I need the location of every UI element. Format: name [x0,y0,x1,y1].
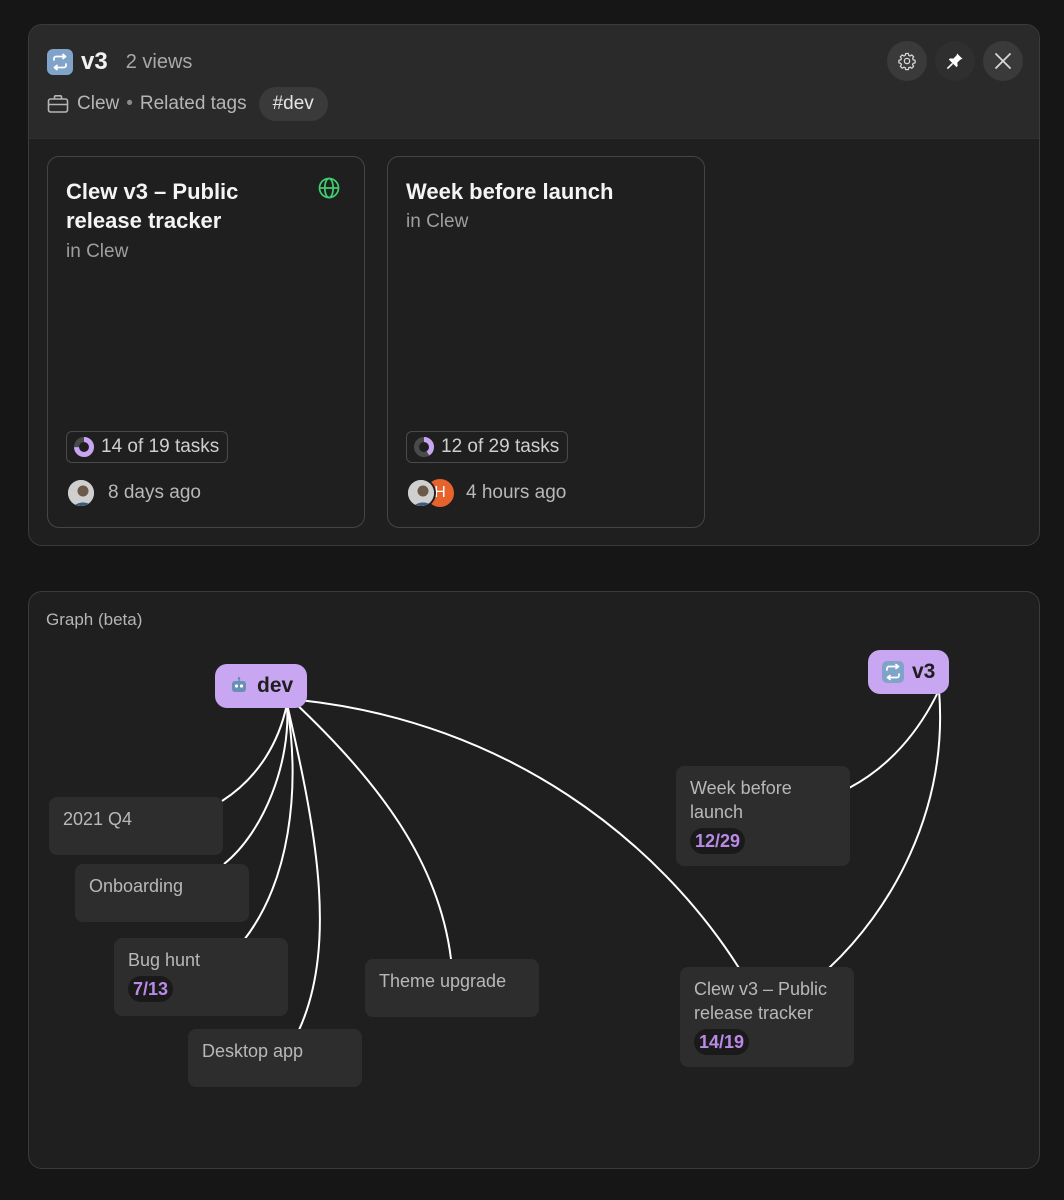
card-week-before-launch[interactable]: Week before launch in Clew 12 of 29 task… [387,156,705,528]
card-title: Week before launch [406,179,614,204]
graph-node-onboarding[interactable]: Onboarding [75,864,249,922]
workspace-link[interactable]: Clew [77,93,119,115]
graph-node-desktop-app[interactable]: Desktop app [188,1029,362,1087]
close-icon [995,53,1011,69]
card-title: Clew v3 – Public release tracker [66,179,239,233]
avatar [66,478,96,508]
card-location: in Clew [66,241,129,262]
node-task-count: 7/13 [128,976,174,1002]
page-title: v3 [81,48,108,75]
pin-icon [947,53,963,69]
repeat-icon [47,49,73,75]
graph-panel: Graph (beta) dev v3 2021 Q4 Onboarding B… [28,591,1040,1169]
related-tag-dev[interactable]: #dev [258,87,328,121]
edge-dev-clew [298,699,740,969]
node-title: Desktop app [202,1041,304,1061]
related-tags-label: Related tags [139,93,247,114]
progress-ring-icon [414,437,434,457]
header-actions [887,41,1023,81]
graph-tag-dev[interactable]: dev [215,664,308,708]
close-button[interactable] [983,41,1023,81]
graph-node-bug-hunt[interactable]: Bug hunt 7/13 [114,938,288,1016]
graph-node-release-tracker[interactable]: Clew v3 – Public release tracker 14/19 [680,967,854,1067]
robot-icon [229,676,249,696]
node-title: Bug hunt [128,950,201,970]
updated-time: 8 days ago [108,482,201,503]
node-title: Onboarding [89,876,184,896]
graph-node-week-before-launch[interactable]: Week before launch 12/29 [676,766,850,866]
card-location: in Clew [406,211,469,232]
settings-button[interactable] [887,41,927,81]
gear-icon [898,52,916,71]
task-progress: 12 of 29 tasks [406,431,569,463]
task-progress: 14 of 19 tasks [66,431,229,463]
pin-button[interactable] [935,41,975,81]
node-title: Week before launch [690,778,792,822]
panel-header: v3 2 views Clew • Related tags #dev [29,25,1039,139]
graph-node-theme-upgrade[interactable]: Theme upgrade [365,959,539,1017]
avatar [406,478,436,508]
node-title: Theme upgrade [379,971,507,991]
globe-icon [318,177,340,199]
edge-v3-week [848,689,940,789]
tag-label: dev [257,674,294,697]
tag-label: v3 [912,660,936,683]
card-meta: 8 days ago [66,477,201,509]
node-task-count: 12/29 [690,828,746,854]
view-count: 2 views [125,50,193,73]
repeat-icon [882,661,904,683]
title-row: v3 2 views [47,45,192,79]
updated-time: 4 hours ago [466,482,567,503]
progress-ring-icon [74,437,94,457]
edge-dev-onboarding [223,703,289,865]
breadcrumb: Clew • Related tags #dev [47,87,328,121]
node-title: 2021 Q4 [63,809,133,829]
briefcase-icon [47,95,69,113]
task-count: 14 of 19 tasks [101,436,220,457]
edge-dev-theme [293,701,452,960]
graph-tag-v3[interactable]: v3 [868,650,950,694]
node-task-count: 14/19 [694,1029,750,1055]
node-title: Clew v3 – Public release tracker [694,979,828,1023]
task-count: 12 of 29 tasks [441,436,560,457]
card-meta: H 4 hours ago [406,477,566,509]
separator: • [126,93,133,114]
edge-dev-q4 [221,703,288,802]
card-release-tracker[interactable]: Clew v3 – Public release tracker in Clew… [47,156,365,528]
graph-node-2021-q4[interactable]: 2021 Q4 [49,797,223,855]
tag-detail-panel: v3 2 views Clew • Related tags #dev Clew… [28,24,1040,546]
